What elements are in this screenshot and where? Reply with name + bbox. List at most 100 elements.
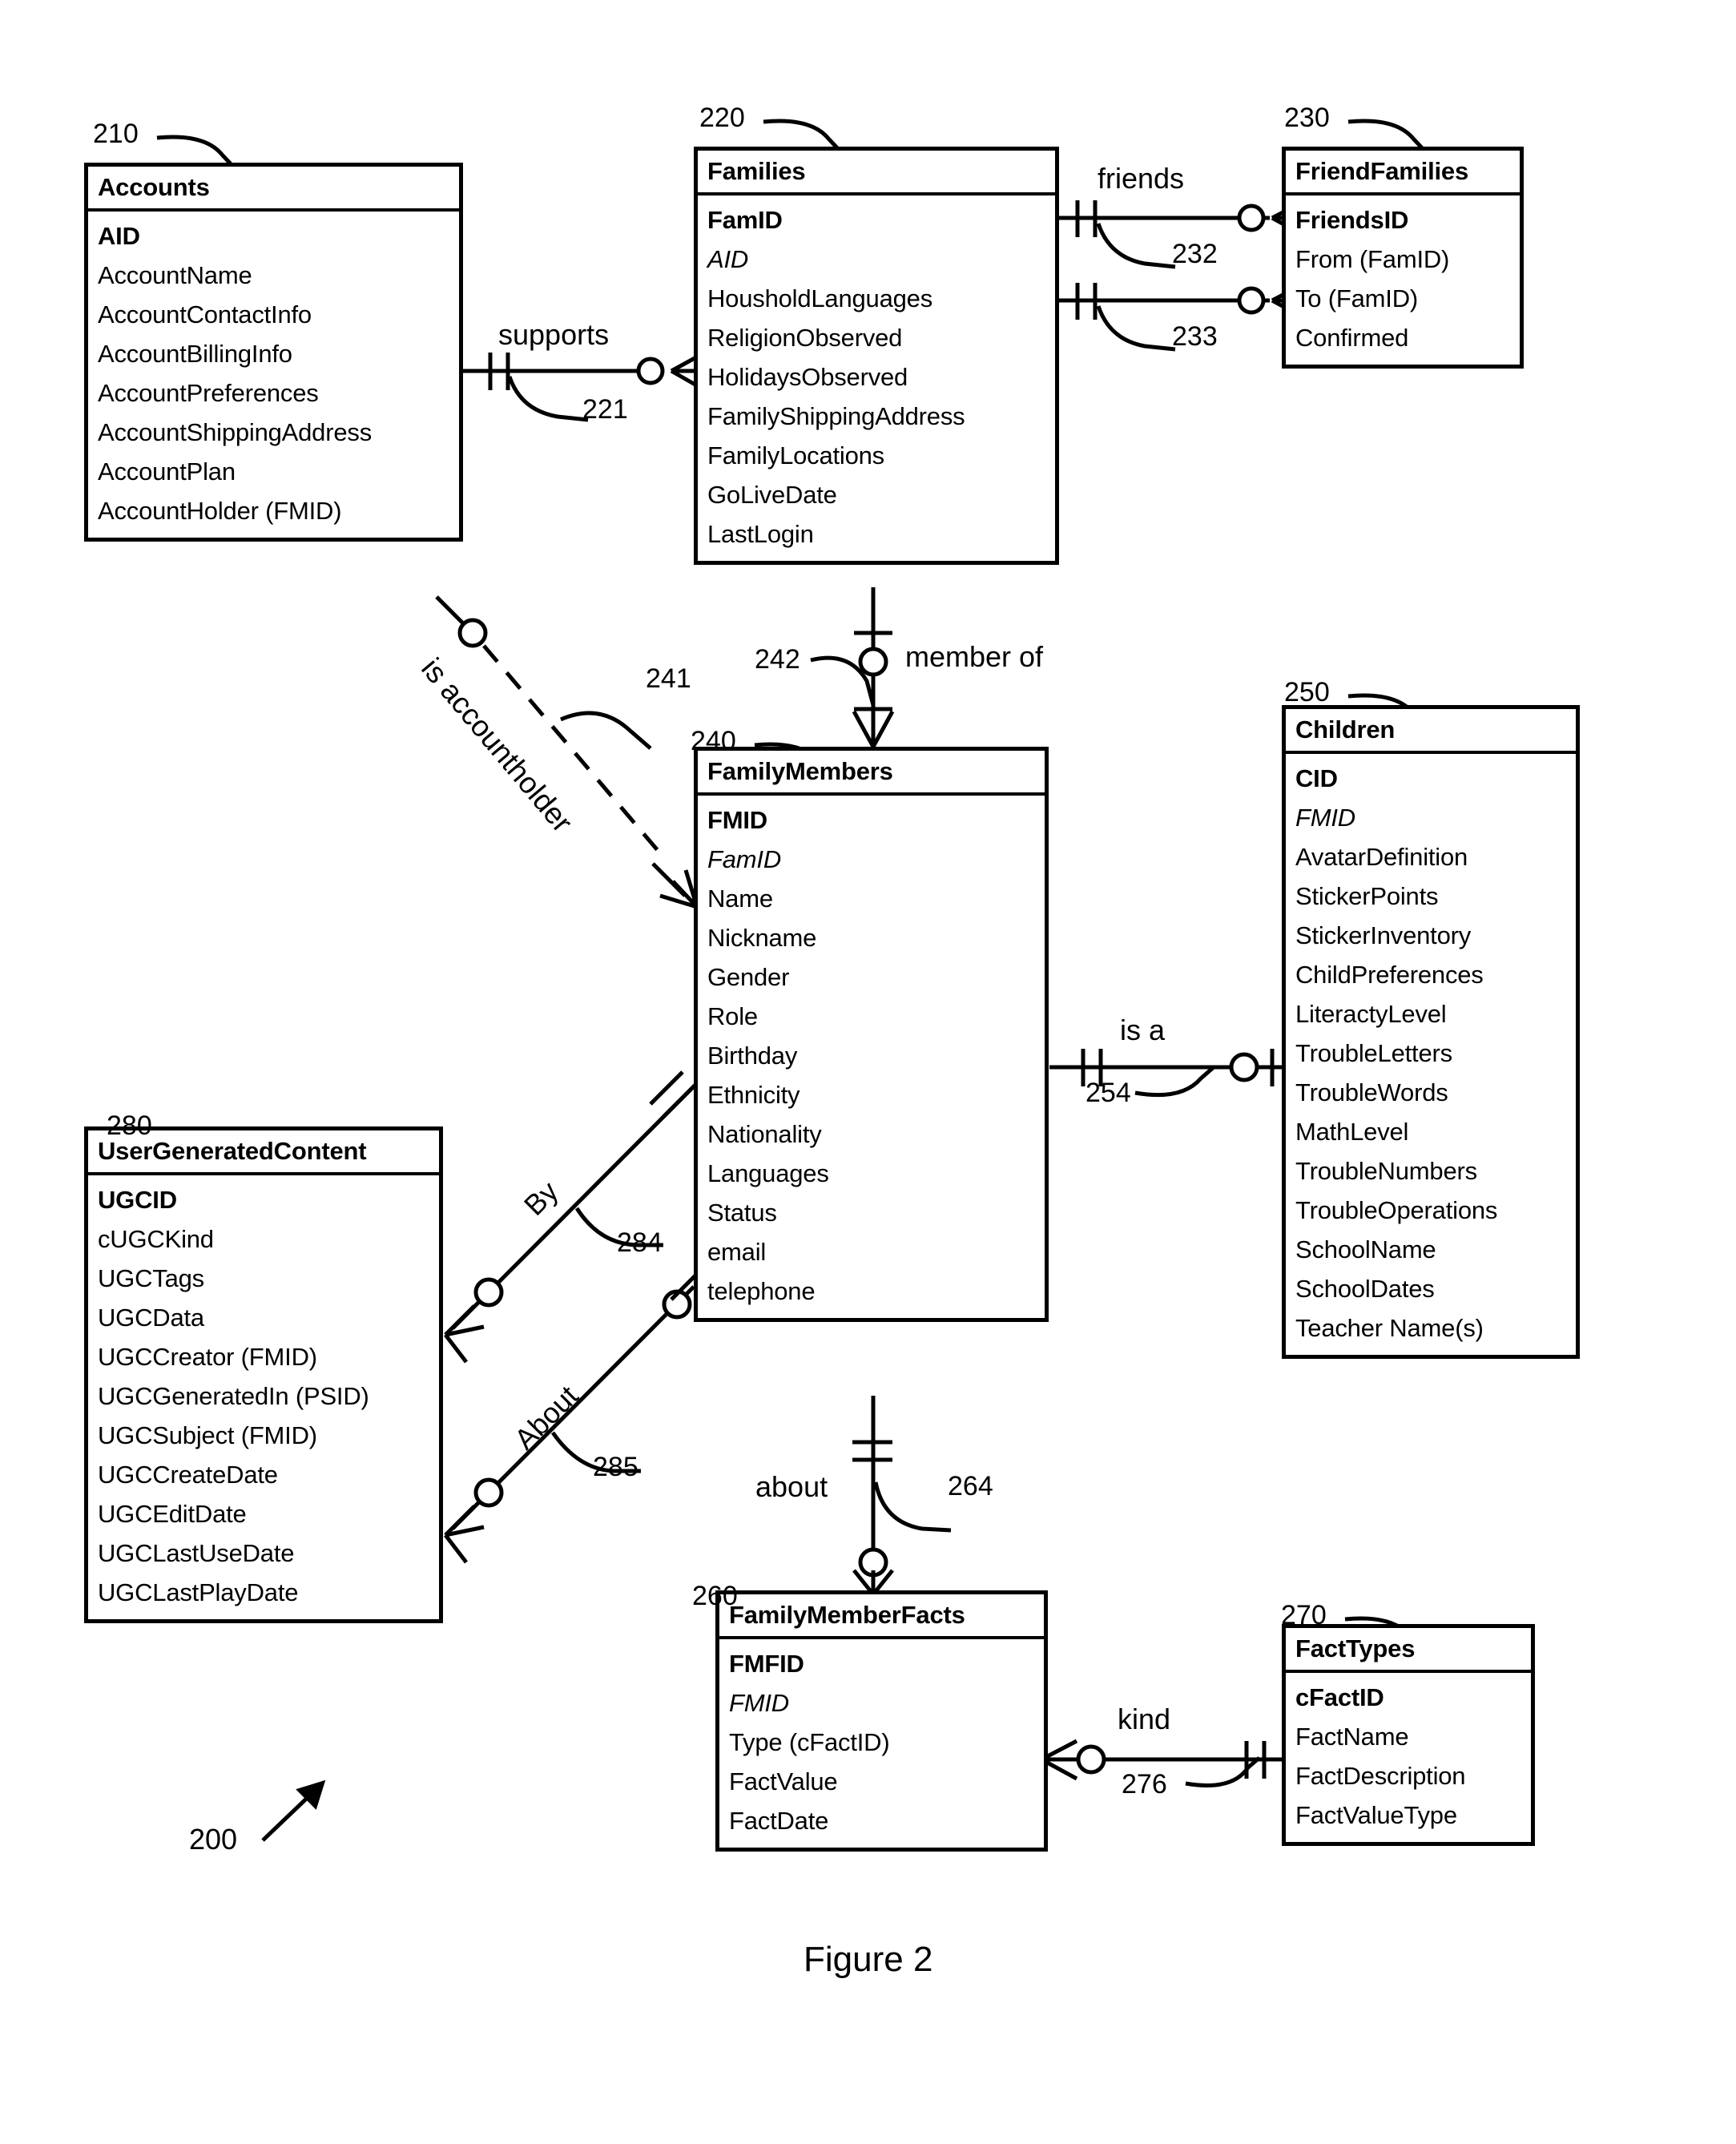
- attribute-row: From (FamID): [1295, 245, 1450, 273]
- attribute-list-families: FamID AID HousholdLanguages ReligionObse…: [698, 195, 1055, 561]
- rel-label-is-a: is a: [1120, 1014, 1166, 1046]
- attribute-row: AccountPlan: [98, 457, 236, 486]
- circle-friends2: [1237, 286, 1266, 315]
- entity-children[interactable]: Children CID FMID AvatarDefinition Stick…: [1282, 705, 1580, 1359]
- diagram-ref-number: 200: [189, 1823, 238, 1856]
- attribute-row: Ethnicity: [707, 1081, 800, 1109]
- tick-by-b2: [662, 1083, 697, 1118]
- attribute-row: Gender: [707, 963, 790, 991]
- er-diagram-canvas: Accounts AID AccountName AccountContactI…: [0, 0, 1736, 2144]
- circle-aboutugc: [473, 1477, 504, 1508]
- attribute-row: ReligionObserved: [707, 324, 903, 352]
- ref-number-232: 232: [1172, 239, 1218, 269]
- ref-number-242: 242: [755, 644, 800, 675]
- attribute-row: CID: [1295, 764, 1338, 792]
- attribute-row: UGCTags: [98, 1264, 204, 1292]
- leader-232: [1096, 223, 1176, 269]
- attribute-row: Status: [707, 1199, 777, 1227]
- attribute-row: FMID: [707, 806, 767, 834]
- tick-accountholder-b: [651, 862, 687, 897]
- leader-254: [1134, 1066, 1215, 1098]
- attribute-row: Confirmed: [1295, 324, 1409, 352]
- attribute-row: FactDate: [729, 1807, 829, 1835]
- leader-276: [1185, 1756, 1261, 1787]
- entity-families[interactable]: Families FamID AID HousholdLanguages Rel…: [694, 147, 1059, 565]
- crowfoot-memberof: [852, 710, 895, 748]
- attribute-list-accounts: AID AccountName AccountContactInfo Accou…: [88, 212, 459, 538]
- ref-number-240: 240: [691, 726, 736, 756]
- attribute-row: FactName: [1295, 1723, 1409, 1751]
- leader-221: [507, 376, 589, 422]
- circle-accountholder: [457, 618, 488, 648]
- circle-friends1: [1237, 204, 1266, 232]
- circle-by: [473, 1277, 504, 1308]
- attribute-row: Role: [707, 1002, 758, 1030]
- attribute-row: email: [707, 1238, 767, 1266]
- leader-241: [560, 711, 652, 750]
- entity-title-familymembers: FamilyMembers: [698, 751, 1045, 796]
- entity-familymembers[interactable]: FamilyMembers FMID FamID Name Nickname G…: [694, 747, 1049, 1322]
- attribute-row: AccountHolder (FMID): [98, 497, 342, 525]
- leader-242: [810, 655, 876, 706]
- attribute-row: UGCGeneratedIn (PSID): [98, 1382, 369, 1410]
- attribute-row: FactDescription: [1295, 1762, 1466, 1790]
- attribute-row: UGCLastPlayDate: [98, 1578, 299, 1606]
- attribute-row: TroubleOperations: [1295, 1196, 1498, 1224]
- attribute-row: FactValueType: [1295, 1801, 1457, 1829]
- circle-supports: [636, 357, 665, 385]
- leader-233: [1096, 305, 1176, 352]
- ref-number-270: 270: [1281, 1600, 1327, 1630]
- circle-kind: [1076, 1744, 1106, 1775]
- crowfoot-aboutugc: [444, 1505, 485, 1564]
- ref-number-285: 285: [593, 1452, 638, 1482]
- attribute-row: To (FamID): [1295, 284, 1419, 312]
- attribute-row: FamID: [707, 845, 782, 873]
- attribute-row: AvatarDefinition: [1295, 843, 1468, 871]
- ref-number-221: 221: [582, 394, 628, 425]
- attribute-row: UGCEditDate: [98, 1500, 247, 1528]
- entity-familymemberfacts[interactable]: FamilyMemberFacts FMFID FMID Type (cFact…: [715, 1590, 1048, 1852]
- ref-number-254: 254: [1086, 1078, 1131, 1108]
- entity-friendfamilies[interactable]: FriendFamilies FriendsID From (FamID) To…: [1282, 147, 1524, 369]
- attribute-list-familymemberfacts: FMFID FMID Type (cFactID) FactValue Fact…: [719, 1639, 1044, 1848]
- ref-number-280: 280: [107, 1110, 152, 1141]
- attribute-row: cFactID: [1295, 1683, 1384, 1711]
- attribute-row: AID: [707, 245, 749, 273]
- figure-caption: Figure 2: [804, 1940, 933, 1979]
- attribute-row: LastLogin: [707, 520, 814, 548]
- attribute-list-usergeneratedcontent: UGCID cUGCKind UGCTags UGCData UGCCreato…: [88, 1175, 439, 1619]
- attribute-row: StickerInventory: [1295, 921, 1472, 949]
- rel-label-about: about: [755, 1470, 828, 1503]
- entity-usergeneratedcontent[interactable]: UserGeneratedContent UGCID cUGCKind UGCT…: [84, 1126, 443, 1623]
- rel-by-line: [451, 1085, 695, 1330]
- circle-isa: [1229, 1052, 1259, 1082]
- attribute-row: HousholdLanguages: [707, 284, 933, 312]
- attribute-row: TroubleLetters: [1295, 1039, 1452, 1067]
- ref-number-260: 260: [692, 1581, 738, 1611]
- attribute-row: FMFID: [729, 1650, 804, 1678]
- attribute-row: UGCData: [98, 1304, 204, 1332]
- attribute-row: AccountBillingInfo: [98, 340, 292, 368]
- entity-facttypes[interactable]: FactTypes cFactID FactName FactDescripti…: [1282, 1624, 1535, 1846]
- tick-accountholder-a: [435, 595, 470, 631]
- attribute-row: FriendsID: [1295, 206, 1409, 234]
- attribute-row: ChildPreferences: [1295, 961, 1484, 989]
- rel-label-by: By: [517, 1175, 565, 1222]
- attribute-row: Type (cFactID): [729, 1728, 890, 1756]
- arrow-200-shaft: [261, 1787, 319, 1842]
- attribute-row: FMID: [729, 1689, 789, 1717]
- attribute-list-friendfamilies: FriendsID From (FamID) To (FamID) Confir…: [1286, 195, 1520, 365]
- arrow-200-head: [296, 1779, 326, 1810]
- ref-number-210: 210: [93, 119, 139, 149]
- attribute-list-children: CID FMID AvatarDefinition StickerPoints …: [1286, 754, 1576, 1355]
- rel-label-kind: kind: [1118, 1703, 1171, 1735]
- entity-title-familymemberfacts: FamilyMemberFacts: [719, 1594, 1044, 1639]
- attribute-row: Birthday: [707, 1042, 798, 1070]
- attribute-row: cUGCKind: [98, 1225, 214, 1253]
- attribute-row: FamilyShippingAddress: [707, 402, 965, 430]
- entity-accounts[interactable]: Accounts AID AccountName AccountContactI…: [84, 163, 463, 542]
- attribute-list-familymembers: FMID FamID Name Nickname Gender Role Bir…: [698, 796, 1045, 1318]
- rel-label-member-of: member of: [905, 640, 1044, 673]
- circle-aboutugc-b: [662, 1289, 692, 1320]
- attribute-row: FMID: [1295, 804, 1355, 832]
